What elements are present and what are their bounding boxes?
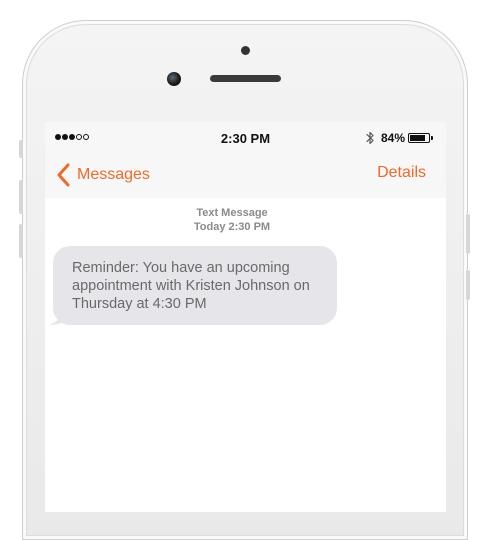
message-timestamp-header: Text Message Today 2:30 PM (45, 206, 419, 234)
status-bar: 2:30 PM 84% (45, 122, 446, 154)
front-camera (167, 72, 181, 86)
battery-level-fill (410, 135, 425, 141)
volume-down-button (19, 224, 23, 258)
mute-switch (19, 140, 23, 158)
details-button[interactable]: Details (377, 164, 426, 182)
proximity-sensor (241, 46, 250, 55)
message-bubble-container: Reminder: You have an upcoming appointme… (49, 246, 337, 325)
message-time-label: Today 2:30 PM (193, 221, 271, 233)
earpiece-speaker (210, 75, 281, 82)
back-button-label: Messages (77, 166, 150, 183)
bluetooth-icon (366, 131, 374, 145)
side-button (466, 270, 470, 300)
incoming-message-bubble[interactable]: Reminder: You have an upcoming appointme… (53, 246, 337, 325)
battery-icon (408, 133, 430, 143)
back-button[interactable]: Messages (55, 160, 150, 190)
chevron-left-icon (57, 163, 70, 187)
battery-percent: 84% (381, 131, 406, 145)
volume-up-button (19, 180, 23, 214)
screen: 2:30 PM 84% Messages Details Text Messag… (45, 122, 446, 512)
navigation-bar: Messages Details (45, 154, 446, 198)
battery-tip (431, 136, 433, 140)
message-type-label: Text Message (196, 207, 268, 219)
power-button (466, 214, 470, 254)
